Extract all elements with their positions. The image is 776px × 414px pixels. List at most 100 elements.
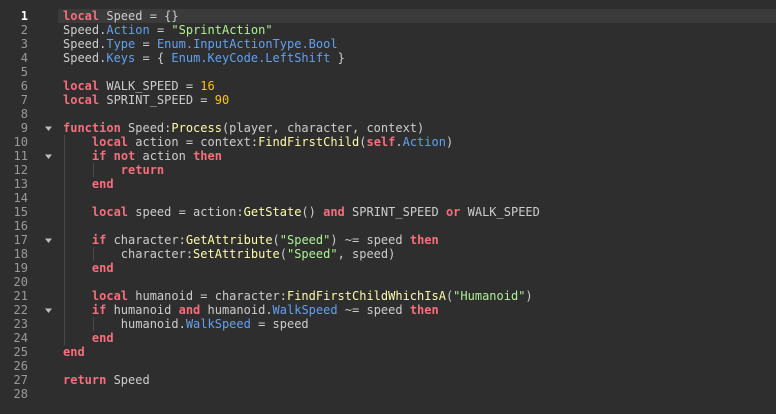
code-line[interactable]: humanoid.WalkSpeed = speed: [58, 317, 776, 331]
code-token-keyword: local: [63, 93, 100, 107]
code-token-keyword: then: [193, 149, 222, 163]
gutter-line: 20: [0, 275, 58, 289]
code-line[interactable]: local SPRINT_SPEED = 90: [58, 93, 776, 107]
code-line[interactable]: end: [58, 177, 776, 191]
gutter-line: 26: [0, 359, 58, 373]
code-token-func: FindFirstChildWhichIsA: [286, 289, 446, 303]
code-token-keyword: local: [91, 135, 129, 149]
code-line[interactable]: if character:GetAttribute("Speed") ~= sp…: [58, 233, 776, 247]
line-number: 16: [13, 219, 28, 233]
gutter-line: 8: [0, 107, 58, 121]
code-token-keyword: function: [63, 121, 121, 135]
code-line[interactable]: Speed.Keys = { Enum.KeyCode.LeftShift }: [58, 51, 776, 65]
gutter-line: 10: [0, 135, 58, 149]
line-number: 5: [20, 65, 28, 79]
code-token-string: "SprintAction": [171, 23, 273, 37]
gutter-line: 12: [0, 163, 58, 177]
code-line[interactable]: end: [58, 345, 776, 359]
code-line[interactable]: local Speed = {}: [58, 9, 776, 23]
code-token-keyword: if: [91, 233, 107, 247]
code-line[interactable]: return: [58, 163, 776, 177]
code-line[interactable]: character:SetAttribute("Speed", speed): [58, 247, 776, 261]
code-token-func: SetAttribute: [193, 247, 280, 261]
code-line[interactable]: local humanoid = character:FindFirstChil…: [58, 289, 776, 303]
code-line[interactable]: local WALK_SPEED = 16: [58, 79, 776, 93]
code-token-prop: Enum.InputActionType.Bool: [156, 37, 338, 51]
line-number: 13: [13, 177, 28, 191]
gutter-line: 19: [0, 261, 58, 275]
code-token-keyword: and: [323, 205, 345, 219]
code-line[interactable]: [58, 191, 776, 205]
gutter-line: 14: [0, 191, 58, 205]
code-token-keyword: return: [120, 163, 165, 177]
gutter-line: 25: [0, 345, 58, 359]
code-token-plain: SPRINT_SPEED =: [99, 93, 215, 107]
code-token-prop: Keys: [106, 51, 136, 65]
line-number: 18: [13, 247, 28, 261]
code-token-plain: }: [330, 51, 345, 65]
code-line[interactable]: [58, 387, 776, 401]
code-line[interactable]: Speed.Type = Enum.InputActionType.Bool: [58, 37, 776, 51]
code-token-plain: (player, character, context): [221, 121, 425, 135]
line-number: 6: [20, 79, 28, 93]
code-editor[interactable]: 1 2 3 4 5 6 7 8 9 10 11 12 13 14 15 16 17 18 19 20 21 22 23 24 2…: [0, 0, 776, 414]
code-token-plain: ) ~= speed: [330, 233, 410, 247]
gutter-line: 1: [0, 9, 58, 23]
chevron-down-icon[interactable]: [44, 124, 53, 133]
line-number: 14: [13, 191, 28, 205]
code-token-keyword: or: [445, 205, 461, 219]
gutter-line: 4: [0, 51, 58, 65]
code-token-keyword: if: [91, 303, 107, 317]
chevron-down-icon[interactable]: [44, 152, 53, 161]
code-line[interactable]: [58, 219, 776, 233]
line-number: 19: [13, 261, 28, 275]
code-token-prop: WalkSpeed: [185, 317, 251, 331]
code-token-plain: humanoid = character:: [128, 289, 287, 303]
code-line[interactable]: [58, 359, 776, 373]
code-token-keyword: local: [63, 79, 100, 93]
code-token-plain: ): [445, 135, 454, 149]
code-line[interactable]: [58, 107, 776, 121]
code-token-keyword: if: [91, 149, 107, 163]
line-number: 10: [13, 135, 28, 149]
code-token-keyword: end: [63, 345, 85, 359]
chevron-down-icon[interactable]: [44, 236, 53, 245]
code-line[interactable]: Speed.Action = "SprintAction": [58, 23, 776, 37]
code-line[interactable]: if humanoid and humanoid.WalkSpeed ~= sp…: [58, 303, 776, 317]
code-line[interactable]: end: [58, 261, 776, 275]
code-area[interactable]: local Speed = {} Speed.Action = "SprintAc…: [58, 0, 776, 414]
code-token-plain: .: [395, 135, 403, 149]
code-token-plain: action = context:: [128, 135, 259, 149]
code-token-plain: ~= speed: [337, 303, 410, 317]
code-line[interactable]: end: [58, 331, 776, 345]
code-line[interactable]: return Speed: [58, 373, 776, 387]
gutter-line: 28: [0, 387, 58, 401]
code-token-prop: Action: [402, 135, 446, 149]
line-number: 25: [13, 345, 28, 359]
line-number: 1: [20, 9, 28, 23]
code-line[interactable]: if not action then: [58, 149, 776, 163]
code-token-plain: = speed: [250, 317, 309, 331]
line-number: 7: [20, 93, 28, 107]
gutter-line: 2: [0, 23, 58, 37]
code-token-plain: action: [135, 149, 194, 163]
gutter-line: 23: [0, 317, 58, 331]
chevron-down-icon[interactable]: [44, 306, 53, 315]
code-line[interactable]: [58, 65, 776, 79]
code-line[interactable]: local action = context:FindFirstChild(se…: [58, 135, 776, 149]
code-line[interactable]: local speed = action:GetState() and SPRI…: [58, 205, 776, 219]
line-number: 24: [13, 331, 28, 345]
code-line[interactable]: [58, 275, 776, 289]
line-number: 22: [13, 303, 28, 317]
code-token-plain: =: [149, 23, 172, 37]
code-token-plain: humanoid: [106, 303, 179, 317]
code-line[interactable]: function Speed:Process(player, character…: [58, 121, 776, 135]
code-token-plain: , speed): [337, 247, 396, 261]
gutter-line: 5: [0, 65, 58, 79]
